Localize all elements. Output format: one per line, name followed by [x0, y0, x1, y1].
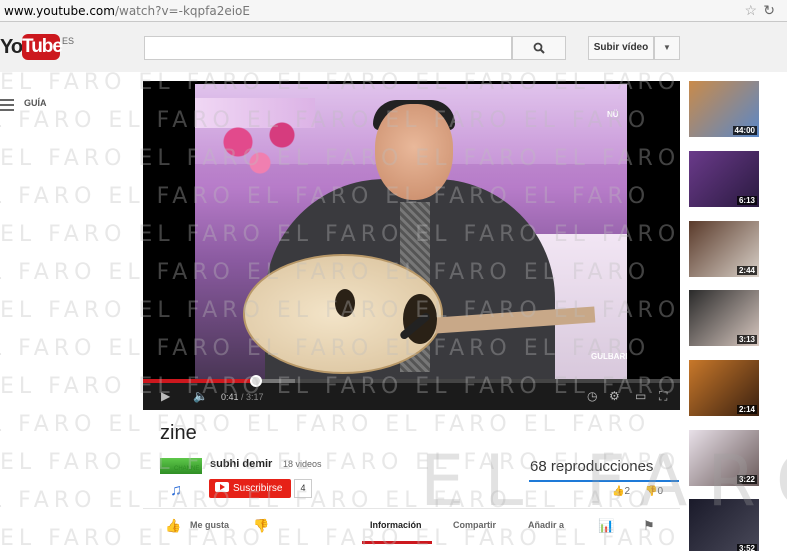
search-button[interactable] — [512, 36, 566, 60]
thumbnail-duration: 2:14 — [736, 405, 757, 414]
like-count-value: 2 — [624, 486, 631, 497]
related-video-thumbnail[interactable]: 2:44 — [689, 221, 759, 277]
tab-share[interactable]: Compartir — [453, 520, 496, 530]
search-input[interactable] — [144, 36, 512, 60]
like-count: 👍2 — [612, 486, 630, 497]
dislike-count-value: 0 — [657, 486, 664, 497]
guide-button[interactable]: GUÍA — [0, 95, 60, 115]
url-host: www.youtube.com — [4, 4, 115, 18]
upload-dropdown-chevron-down-icon[interactable]: ▼ — [654, 36, 680, 60]
gear-icon[interactable]: ⚙ — [609, 389, 620, 403]
thumbnail-duration: 6:13 — [736, 196, 757, 205]
related-video-thumbnail[interactable]: 3:52 — [689, 499, 759, 551]
logo-tube-text: Tube — [22, 34, 63, 60]
view-count: 68 reproducciones — [530, 458, 654, 475]
related-video-thumbnail[interactable]: 3:22 — [689, 430, 759, 486]
progress-bar[interactable] — [143, 375, 680, 387]
tab-add-to[interactable]: Añadir a — [528, 520, 564, 530]
bookmark-star-icon[interactable]: ☆ — [744, 2, 757, 19]
subscribe-button[interactable]: Suscribirse — [209, 479, 291, 498]
subscriber-count: 4 — [294, 479, 312, 498]
related-video-thumbnail[interactable]: 3:13 — [689, 290, 759, 346]
duration: / 3:17 — [241, 392, 264, 402]
fullscreen-icon[interactable]: ⛶ — [659, 389, 667, 404]
music-note-icon: ♫ — [170, 482, 182, 499]
play-icon[interactable]: ▶ — [161, 389, 170, 403]
thumbnail-duration: 2:44 — [736, 266, 757, 275]
video-title: zine — [160, 422, 197, 444]
youtube-play-icon — [215, 482, 229, 492]
clock-icon[interactable]: ◷ — [587, 389, 597, 403]
flag-icon[interactable]: ⚑ — [643, 518, 655, 534]
related-video-thumbnail[interactable]: 44:00 — [689, 81, 759, 137]
url-text[interactable]: www.youtube.com/watch?v=-kqpfa2eioE — [4, 4, 250, 18]
related-video-thumbnail[interactable]: 2:14 — [689, 360, 759, 416]
thumbnail-duration: 3:13 — [736, 335, 757, 344]
watermark-text: EL FARO EL FARO EL FARO EL FARO EL FARO — [0, 412, 651, 437]
channel-avatar-text: CHANNE — [174, 466, 200, 472]
like-ratio-bar — [529, 480, 679, 482]
theater-icon[interactable]: ▭ — [635, 389, 646, 403]
like-button[interactable]: Me gusta — [190, 520, 229, 530]
thumbnail-duration: 44:00 — [732, 126, 757, 135]
url-path: /watch?v=-kqpfa2eioE — [114, 4, 250, 18]
address-bar[interactable]: www.youtube.com/watch?v=-kqpfa2eioE ☆ ↻ — [0, 0, 787, 22]
upload-button[interactable]: Subir vídeo — [588, 36, 654, 60]
search-icon — [533, 42, 545, 54]
progress-played — [143, 379, 256, 383]
related-video-thumbnail[interactable]: 6:13 — [689, 151, 759, 207]
guide-label: GUÍA — [24, 98, 47, 108]
like-icon[interactable]: 👍 — [165, 518, 181, 534]
country-code: ES — [62, 36, 75, 46]
subscribe-label: Suscribirse — [233, 483, 283, 494]
thumbs-up-icon: 👍 — [612, 486, 625, 497]
video-player[interactable]: NÜ GULBARIN ▶ 🔈 0:41 / 3:17 ◷ ⚙ ▭ ⛶ — [143, 81, 680, 410]
time-display: 0:41 / 3:17 — [221, 392, 264, 402]
current-time: 0:41 — [221, 392, 239, 402]
thumbnail-duration: 3:22 — [736, 475, 757, 484]
tab-info[interactable]: Información — [370, 520, 422, 530]
stats-icon[interactable]: 📊 — [598, 518, 614, 534]
video-caption: GULBARIN — [591, 352, 627, 361]
menu-icon — [0, 99, 14, 114]
channel-name-link[interactable]: subhi demir — [210, 458, 272, 470]
reload-icon[interactable]: ↻ — [763, 2, 775, 19]
action-bar: 👍 Me gusta 👎 Información Compartir Añadi… — [143, 508, 680, 544]
player-controls: ▶ 🔈 0:41 / 3:17 ◷ ⚙ ▭ ⛶ — [143, 375, 680, 410]
scrubber-handle[interactable] — [249, 375, 262, 387]
active-tab-indicator — [362, 541, 432, 544]
thumbs-down-icon: 👎 — [645, 486, 658, 497]
video-frame[interactable]: NÜ GULBARIN — [195, 84, 627, 379]
volume-icon[interactable]: 🔈 — [193, 389, 208, 403]
dislike-icon[interactable]: 👎 — [253, 518, 269, 534]
channel-overlay-logo: NÜ — [607, 110, 619, 119]
thumbnail-duration: 3:52 — [736, 544, 757, 551]
channel-video-count: 18 videos — [283, 459, 322, 469]
dislike-count: 👎0 — [645, 486, 663, 497]
masthead: You Tube ES Subir vídeo ▼ — [0, 22, 787, 72]
